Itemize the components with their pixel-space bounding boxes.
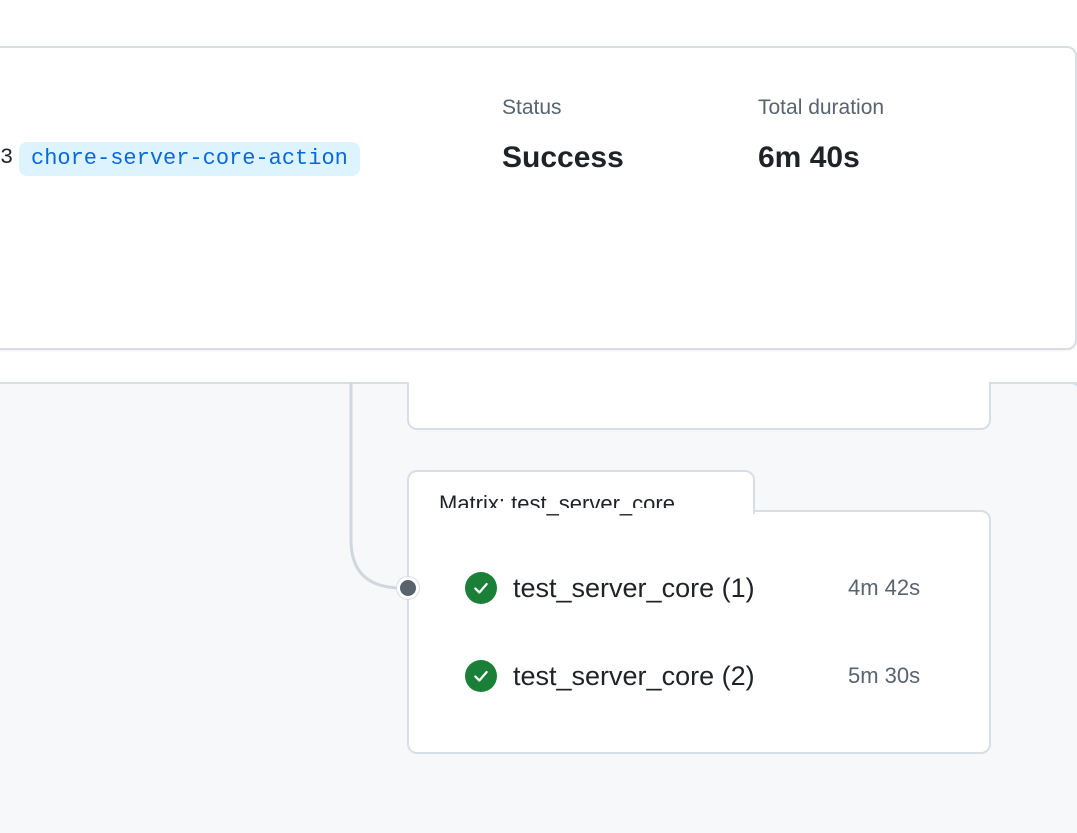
job-name: test_server_core (2) [513,661,755,691]
job-row-test-server-core-2[interactable]: test_server_core (2) 5m 30s [465,659,945,693]
workflow-run-page: 3 chore-server-core-action Status Succes… [0,0,1077,833]
job-duration: 5m 30s [848,663,921,688]
graph-node-dot [397,577,419,599]
check-circle-icon [465,660,497,692]
job-duration: 4m 42s [848,575,921,600]
job-row-test-server-core-1[interactable]: test_server_core (1) 4m 42s [465,571,945,605]
matrix-group-card [407,510,991,754]
job-name: test_server_core (1) [513,573,755,603]
check-circle-icon [465,572,497,604]
